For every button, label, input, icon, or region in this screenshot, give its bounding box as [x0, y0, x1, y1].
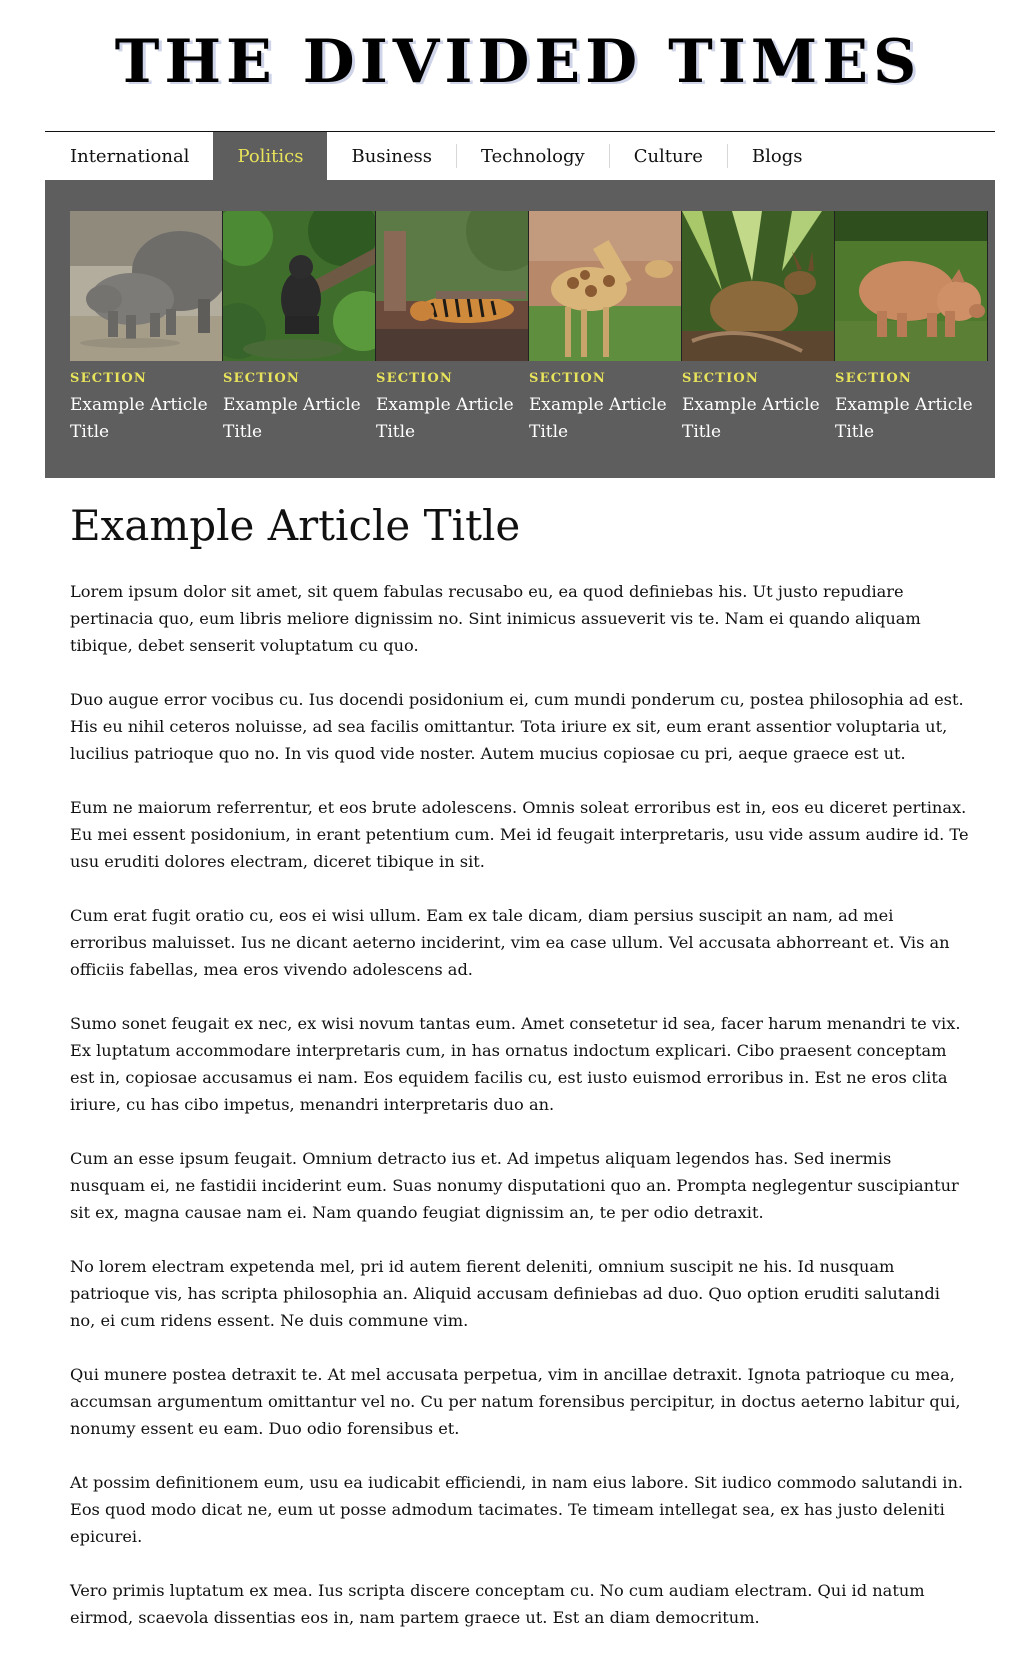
article-paragraph: Sumo sonet feugait ex nec, ex wisi novum…	[70, 1014, 961, 1114]
nav-tab-blogs[interactable]: Blogs	[728, 132, 827, 180]
article-paragraph: Lorem ipsum dolor sit amet, sit quem fab…	[70, 582, 921, 655]
deer-photo[interactable]	[682, 211, 835, 361]
nav-tab-label: Technology	[481, 145, 585, 167]
card-section-label: SECTION	[529, 371, 607, 386]
featured-articles-strip: SECTION Example Article Title SECTION Ex…	[45, 180, 995, 478]
nav-tab-technology[interactable]: Technology	[457, 132, 609, 180]
nav-tab-label: Politics	[237, 145, 304, 167]
article-paragraph: Cum an esse ipsum feugait. Omnium detrac…	[70, 1149, 959, 1222]
article: Example Article Title Lorem ipsum dolor …	[70, 498, 970, 1658]
nav-tab-politics[interactable]: Politics	[213, 132, 328, 180]
article-paragraph: No lorem electram expetenda mel, pri id …	[70, 1257, 940, 1330]
card-title-link[interactable]: Example Article Title	[223, 392, 363, 446]
card-title-link[interactable]: Example Article Title	[682, 392, 822, 446]
article-paragraph: At possim definitionem eum, usu ea iudic…	[70, 1473, 964, 1546]
featured-card[interactable]: SECTION Example Article Title	[70, 211, 223, 446]
article-paragraph: Qui munere postea detraxit te. At mel ac…	[70, 1365, 961, 1438]
nav-tab-international[interactable]: International	[45, 132, 213, 180]
featured-card[interactable]: SECTION Example Article Title	[529, 211, 682, 446]
card-title-link[interactable]: Example Article Title	[70, 392, 210, 446]
featured-card[interactable]: SECTION Example Article Title	[682, 211, 835, 446]
gorilla-photo[interactable]	[223, 211, 376, 361]
card-title-link[interactable]: Example Article Title	[835, 392, 975, 446]
nav-tab-label: International	[70, 145, 190, 167]
nav-tab-culture[interactable]: Culture	[610, 132, 727, 180]
nav-tab-label: Business	[351, 145, 433, 167]
featured-articles-row: SECTION Example Article Title SECTION Ex…	[70, 211, 988, 446]
card-section-label: SECTION	[682, 371, 760, 386]
card-section-label: SECTION	[70, 371, 148, 386]
article-paragraph: Duo augue error vocibus cu. Ius docendi …	[70, 690, 964, 763]
article-paragraph: Cum erat fugit oratio cu, eos ei wisi ul…	[70, 906, 950, 979]
featured-card[interactable]: SECTION Example Article Title	[835, 211, 988, 446]
nav-tab-label: Blogs	[751, 145, 803, 167]
card-title-link[interactable]: Example Article Title	[529, 392, 669, 446]
pig-photo[interactable]	[835, 211, 988, 361]
rhinoceros-photo[interactable]	[70, 211, 223, 361]
article-title: Example Article Title	[70, 501, 521, 550]
nav-tab-label: Culture	[633, 145, 703, 167]
card-section-label: SECTION	[223, 371, 301, 386]
giraffe-photo[interactable]	[529, 211, 682, 361]
article-paragraph: Eum ne maiorum referrentur, et eos brute…	[70, 798, 969, 871]
featured-card[interactable]: SECTION Example Article Title	[376, 211, 529, 446]
article-body: Lorem ipsum dolor sit amet, sit quem fab…	[70, 578, 970, 1631]
section-nav: International Politics Business Technolo…	[45, 132, 995, 180]
tiger-photo[interactable]	[376, 211, 529, 361]
card-section-label: SECTION	[376, 371, 454, 386]
card-section-label: SECTION	[835, 371, 913, 386]
masthead-title[interactable]: THE DIVIDED TIMES	[0, 26, 1036, 98]
nav-tab-business[interactable]: Business	[327, 132, 456, 180]
featured-card[interactable]: SECTION Example Article Title	[223, 211, 376, 446]
card-title-link[interactable]: Example Article Title	[376, 392, 516, 446]
article-paragraph: Vero primis luptatum ex mea. Ius scripta…	[70, 1581, 925, 1627]
